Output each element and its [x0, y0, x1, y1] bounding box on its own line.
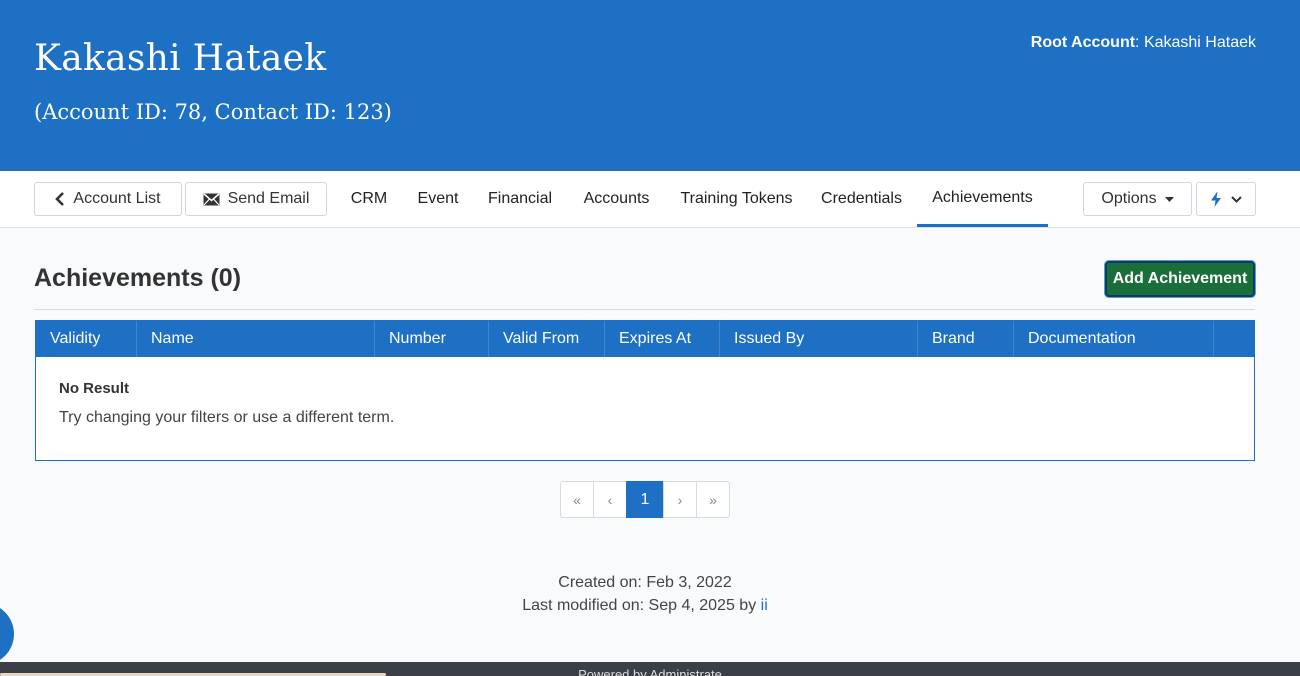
- last-modified-text: Last modified on: Sep 4, 2025 by: [522, 597, 761, 614]
- modified-by-link[interactable]: ii: [761, 597, 768, 614]
- column-header-brand[interactable]: Brand: [918, 321, 1014, 357]
- add-achievement-button[interactable]: Add Achievement: [1105, 261, 1255, 297]
- column-header-expires-at[interactable]: Expires At: [605, 321, 720, 357]
- tab-achievements[interactable]: Achievements: [917, 171, 1048, 227]
- bolt-icon: [1210, 191, 1221, 207]
- column-header-issued-by[interactable]: Issued By: [720, 321, 918, 357]
- root-account-value: : Kakashi Hataek: [1135, 34, 1256, 51]
- account-list-label: Account List: [73, 190, 161, 207]
- tab-credentials[interactable]: Credentials: [810, 171, 913, 227]
- column-header-name[interactable]: Name: [137, 321, 375, 357]
- envelope-icon: [203, 192, 220, 206]
- created-on: Created on: Feb 3, 2022: [558, 574, 732, 591]
- send-email-button[interactable]: Send Email: [185, 182, 327, 216]
- account-list-button[interactable]: Account List: [34, 182, 182, 216]
- column-header-valid-from[interactable]: Valid From: [489, 321, 605, 357]
- send-email-label: Send Email: [227, 190, 310, 207]
- tab-event[interactable]: Event: [405, 171, 471, 227]
- tab-financial[interactable]: Financial: [476, 171, 564, 227]
- root-account: Root Account: Kakashi Hataek: [1031, 34, 1256, 52]
- contact-ids: (Account ID: 78, Contact ID: 123): [34, 100, 392, 124]
- contact-name: Kakashi Hataek: [34, 38, 327, 79]
- pagination-next-button[interactable]: ›: [663, 481, 697, 518]
- achievements-table: Validity Name Number Valid From Expires …: [35, 320, 1255, 461]
- chevron-left-icon: [55, 192, 65, 206]
- page-footer: Powered by Administrate: [0, 662, 1300, 676]
- section-title: Achievements (0): [34, 264, 242, 292]
- empty-state-title: No Result: [59, 380, 130, 397]
- column-header-validity[interactable]: Validity: [36, 321, 137, 357]
- options-label: Options: [1101, 190, 1157, 207]
- empty-state-text: Try changing your filters or use a diffe…: [59, 409, 395, 426]
- tab-training-tokens[interactable]: Training Tokens: [669, 171, 804, 227]
- section-divider: [34, 309, 1255, 310]
- pagination: « ‹ 1 › »: [560, 481, 730, 518]
- table-header: Validity Name Number Valid From Expires …: [36, 321, 1254, 357]
- quick-actions-dropdown[interactable]: [1196, 182, 1256, 216]
- root-account-label: Root Account: [1030, 34, 1136, 51]
- chevron-down-icon: [1230, 195, 1242, 203]
- pagination-last-button[interactable]: »: [696, 481, 730, 518]
- tab-crm[interactable]: CRM: [340, 171, 398, 227]
- pagination-first-button[interactable]: «: [560, 481, 594, 518]
- caret-down-icon: [1164, 196, 1174, 202]
- tab-bar: Account List Send Email CRM Event Financ…: [0, 171, 1300, 228]
- column-header-documentation[interactable]: Documentation: [1014, 321, 1214, 357]
- pagination-page-1[interactable]: 1: [626, 481, 664, 518]
- options-dropdown[interactable]: Options: [1083, 182, 1192, 216]
- tab-accounts[interactable]: Accounts: [570, 171, 663, 227]
- page-header: Kakashi Hataek (Account ID: 78, Contact …: [0, 0, 1300, 171]
- column-header-number[interactable]: Number: [375, 321, 489, 357]
- last-modified: Last modified on: Sep 4, 2025 by ii: [0, 597, 1290, 615]
- pagination-prev-button[interactable]: ‹: [593, 481, 627, 518]
